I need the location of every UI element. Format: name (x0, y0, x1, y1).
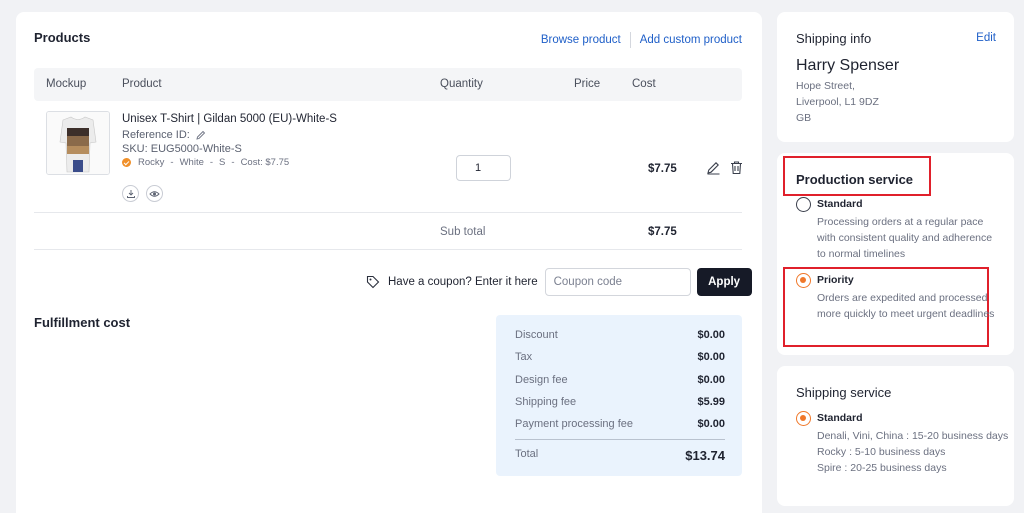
shipping-info-card: Shipping info Edit Harry Spenser Hope St… (777, 12, 1014, 142)
quantity-input[interactable] (456, 155, 511, 181)
fulfillment-cost-title: Fulfillment cost (34, 315, 131, 330)
edit-reference-icon[interactable] (196, 130, 206, 140)
edit-icon[interactable] (706, 160, 721, 175)
option-description: Processing orders at a regular pace with… (817, 216, 993, 260)
fulfillment-cost-box: Discount $0.00 Tax $0.00 Design fee $0.0… (496, 315, 742, 476)
cost-label: Design fee (515, 374, 568, 386)
shipping-service-card: Shipping service Standard Denali, Vini, … (777, 366, 1014, 506)
cost-row-shipping-fee: Shipping fee $5.99 (515, 396, 725, 408)
subtotal-value: $7.75 (648, 226, 677, 238)
option-description: Orders are expedited and processed more … (817, 292, 995, 320)
edit-shipping-link[interactable]: Edit (976, 32, 996, 44)
option-label: Standard (817, 198, 863, 210)
row-actions (706, 160, 744, 175)
cost-divider (515, 439, 725, 440)
products-table-header: Mockup Product Quantity Price Cost (34, 68, 742, 101)
reference-id-label: Reference ID: (122, 129, 190, 141)
item-cost: $7.75 (648, 163, 677, 175)
variant-color: White (179, 157, 204, 168)
products-title: Products (34, 30, 91, 45)
radio-priority[interactable] (796, 273, 811, 288)
variant-separator: - (231, 157, 235, 168)
col-mockup: Mockup (46, 78, 87, 90)
radio-standard[interactable] (796, 197, 811, 212)
cost-label: Shipping fee (515, 396, 577, 408)
customer-address: Hope Street, Liverpool, L1 9DZ GB (796, 78, 879, 126)
sku-line: SKU: EUG5000-White-S (122, 143, 242, 155)
cost-row-payment-fee: Payment processing fee $0.00 (515, 418, 725, 430)
shipping-times: Denali, Vini, China : 15-20 business day… (817, 428, 1017, 476)
shipping-service-title: Shipping service (796, 385, 892, 400)
cost-label: Payment processing fee (515, 418, 634, 430)
product-links: Browse product Add custom product (541, 32, 742, 48)
cost-label: Discount (515, 329, 558, 341)
variant-separator: - (170, 157, 174, 168)
add-custom-product-link[interactable]: Add custom product (640, 34, 742, 46)
link-divider (629, 32, 631, 48)
shipping-time-line: Denali, Vini, China : 15-20 business day… (817, 430, 1009, 442)
cost-row-total: Total $13.74 (515, 448, 725, 463)
cost-label: Tax (515, 351, 533, 363)
table-row: Unisex T-Shirt | Gildan 5000 (EU)-White-… (34, 101, 742, 213)
col-quantity: Quantity (440, 78, 483, 90)
production-service-card: Production service Standard Processing o… (777, 153, 1014, 355)
product-details: Unisex T-Shirt | Gildan 5000 (EU)-White-… (122, 113, 337, 168)
cost-value: $0.00 (697, 418, 725, 430)
cost-value: $0.00 (697, 374, 725, 386)
cost-value: $5.99 (697, 396, 725, 408)
subtotal-row: Sub total $7.75 (34, 214, 742, 250)
subtotal-label: Sub total (440, 226, 486, 238)
radio-shipping-standard[interactable] (796, 411, 811, 426)
variant-separator: - (209, 157, 214, 168)
cost-row-tax: Tax $0.00 (515, 351, 725, 363)
shipping-time-line: Rocky : 5-10 business days (817, 446, 946, 458)
production-service-title: Production service (796, 172, 914, 187)
cost-value: $0.00 (697, 329, 725, 341)
product-mini-actions (122, 185, 163, 202)
browse-product-link[interactable]: Browse product (541, 34, 621, 46)
variant-size: S (219, 157, 226, 168)
variant-cost: Cost: $7.75 (240, 157, 290, 168)
product-name: Unisex T-Shirt | Gildan 5000 (EU)-White-… (122, 113, 337, 125)
provider-check-icon (122, 158, 131, 167)
tag-icon (366, 275, 380, 289)
cost-value: $0.00 (697, 351, 725, 363)
address-line: Hope Street, (796, 80, 855, 92)
cost-row-discount: Discount $0.00 (515, 329, 725, 341)
reference-id-line: Reference ID: (122, 129, 337, 141)
trash-icon[interactable] (729, 160, 744, 175)
address-line: GB (796, 112, 812, 124)
total-label: Total (515, 448, 539, 460)
products-card: Products Browse product Add custom produ… (16, 12, 762, 513)
coupon-code-input[interactable] (544, 268, 691, 296)
col-product: Product (122, 78, 162, 90)
variant-line: Rocky - White - S - Cost: $7.75 (122, 157, 337, 168)
col-cost: Cost (632, 78, 656, 90)
address-line: Liverpool, L1 9DZ (796, 96, 879, 108)
eye-icon[interactable] (146, 185, 163, 202)
download-icon[interactable] (122, 185, 139, 202)
product-mockup-image[interactable] (46, 111, 110, 175)
variant-provider: Rocky (138, 157, 165, 168)
option-label: Priority (817, 274, 854, 286)
coupon-prompt: Have a coupon? Enter it here (388, 276, 538, 288)
coupon-section: Have a coupon? Enter it here Apply (366, 268, 752, 296)
shipping-info-title: Shipping info (796, 31, 872, 46)
apply-coupon-button[interactable]: Apply (696, 268, 752, 296)
total-value: $13.74 (685, 448, 725, 463)
customer-name: Harry Spenser (796, 57, 900, 74)
cost-row-design-fee: Design fee $0.00 (515, 374, 725, 386)
option-label: Standard (817, 412, 863, 424)
col-price: Price (574, 78, 601, 90)
shipping-time-line: Spire : 20-25 business days (817, 462, 947, 474)
